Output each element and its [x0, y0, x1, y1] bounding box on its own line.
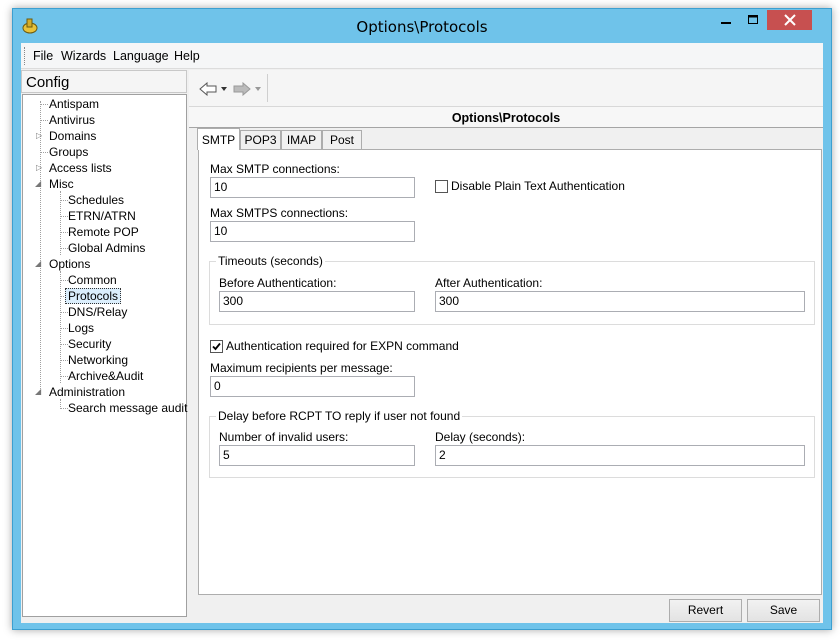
menu-wizards[interactable]: Wizards — [61, 49, 106, 63]
panel-header: Options\Protocols — [189, 106, 823, 128]
app-window: Options\Protocols File Wizards Language … — [12, 8, 832, 630]
tree-item-dns-relay[interactable]: DNS/Relay — [68, 304, 127, 320]
invalid-users-label: Number of invalid users: — [219, 430, 349, 444]
tree-line — [60, 232, 68, 233]
rcpt-delay-title: Delay before RCPT TO reply if user not f… — [216, 409, 463, 423]
max-smtp-label: Max SMTP connections: — [210, 162, 340, 176]
collapse-icon[interactable]: ◢ — [35, 384, 41, 400]
toolbar-separator — [267, 74, 268, 102]
revert-button[interactable]: Revert — [669, 599, 742, 622]
maximize-icon — [748, 15, 758, 24]
tree-item-misc[interactable]: Misc — [49, 176, 74, 192]
max-smtp-input[interactable]: 10 — [210, 177, 415, 198]
config-tree[interactable]: Antispam Antivirus ▷ Domains Groups ▷ Ac… — [22, 94, 187, 617]
tree-line — [60, 200, 68, 201]
title-bar[interactable]: Options\Protocols — [13, 9, 831, 43]
tree-line — [40, 101, 41, 391]
after-auth-label: After Authentication: — [435, 276, 543, 290]
tree-item-common[interactable]: Common — [68, 272, 117, 288]
minimize-button[interactable] — [713, 10, 739, 30]
disable-plain-auth-checkbox[interactable] — [435, 180, 448, 193]
max-recipients-label: Maximum recipients per message: — [210, 361, 393, 375]
tree-line — [60, 248, 68, 249]
tree-item-remote-pop[interactable]: Remote POP — [68, 224, 139, 240]
tree-item-protocols[interactable]: Protocols — [65, 288, 122, 304]
tree-line — [40, 152, 48, 153]
tree-line — [40, 104, 48, 105]
tree-item-etrn-atrn[interactable]: ETRN/ATRN — [68, 208, 136, 224]
window-title: Options\Protocols — [356, 18, 488, 36]
tree-item-global-admins[interactable]: Global Admins — [68, 240, 145, 256]
menu-bar: File Wizards Language Help — [21, 43, 823, 69]
tree-line — [60, 344, 68, 345]
expand-icon[interactable]: ▷ — [36, 128, 42, 144]
expn-auth-checkbox[interactable] — [210, 340, 223, 353]
tree-item-options[interactable]: Options — [49, 256, 90, 272]
tree-item-archive-audit[interactable]: Archive&Audit — [68, 368, 143, 384]
close-icon — [783, 14, 796, 26]
menu-file[interactable]: File — [33, 49, 53, 63]
tree-item-schedules[interactable]: Schedules — [68, 192, 124, 208]
max-smtps-label: Max SMTPS connections: — [210, 206, 349, 220]
timeouts-group: Timeouts (seconds) Before Authentication… — [209, 254, 815, 325]
collapse-icon[interactable]: ◢ — [35, 176, 41, 192]
tree-line — [60, 399, 61, 407]
expn-auth-label: Authentication required for EXPN command — [226, 339, 459, 353]
timeouts-title: Timeouts (seconds) — [216, 254, 325, 268]
back-arrow-icon[interactable] — [199, 82, 229, 96]
button-bar: Revert Save — [189, 595, 823, 623]
tab-pop3[interactable]: POP3 — [240, 130, 281, 149]
tree-item-domains[interactable]: Domains — [49, 128, 96, 144]
tree-item-search-message-audit[interactable]: Search message audit — [68, 400, 187, 416]
max-smtps-input[interactable]: 10 — [210, 221, 415, 242]
tab-smtp[interactable]: SMTP — [197, 128, 240, 150]
save-button[interactable]: Save — [747, 599, 820, 622]
delay-seconds-label: Delay (seconds): — [435, 430, 526, 444]
tree-item-groups[interactable]: Groups — [49, 144, 88, 160]
tab-post[interactable]: Post — [322, 130, 362, 149]
tree-line — [60, 271, 61, 383]
menu-grip — [24, 47, 27, 65]
tree-item-antivirus[interactable]: Antivirus — [49, 112, 95, 128]
expand-icon[interactable]: ▷ — [36, 160, 42, 176]
rcpt-delay-group: Delay before RCPT TO reply if user not f… — [209, 409, 815, 478]
maximize-button[interactable] — [740, 10, 766, 30]
minimize-icon — [721, 22, 731, 24]
toolbar — [189, 70, 823, 106]
before-auth-input[interactable]: 300 — [219, 291, 415, 312]
delay-seconds-input[interactable]: 2 — [435, 445, 805, 466]
tree-line — [60, 328, 68, 329]
tree-line — [60, 408, 68, 409]
tree-item-networking[interactable]: Networking — [68, 352, 128, 368]
close-button[interactable] — [767, 10, 812, 30]
tree-item-security[interactable]: Security — [68, 336, 111, 352]
forward-arrow-icon[interactable] — [233, 82, 263, 96]
menu-language[interactable]: Language — [113, 49, 169, 63]
tab-imap[interactable]: IMAP — [281, 130, 322, 149]
tree-line — [60, 360, 68, 361]
sidebar-title: Config — [21, 70, 187, 93]
tree-line — [60, 376, 68, 377]
collapse-icon[interactable]: ◢ — [35, 256, 41, 272]
tree-item-antispam[interactable]: Antispam — [49, 96, 99, 112]
after-auth-input[interactable]: 300 — [435, 291, 805, 312]
tree-item-logs[interactable]: Logs — [68, 320, 94, 336]
disable-plain-auth-label: Disable Plain Text Authentication — [451, 179, 625, 193]
tree-line — [60, 312, 68, 313]
tree-line — [40, 120, 48, 121]
max-recipients-input[interactable]: 0 — [210, 376, 415, 397]
tree-item-access-lists[interactable]: Access lists — [49, 160, 112, 176]
smtp-tab-page: Max SMTP connections: 10 Disable Plain T… — [198, 149, 822, 595]
client-area: File Wizards Language Help Config Antisp… — [21, 43, 823, 623]
before-auth-label: Before Authentication: — [219, 276, 337, 290]
invalid-users-input[interactable]: 5 — [219, 445, 415, 466]
tree-item-administration[interactable]: Administration — [49, 384, 125, 400]
menu-help[interactable]: Help — [174, 49, 200, 63]
tree-line — [60, 216, 68, 217]
tree-line — [60, 280, 68, 281]
checkmark-icon — [212, 342, 221, 351]
